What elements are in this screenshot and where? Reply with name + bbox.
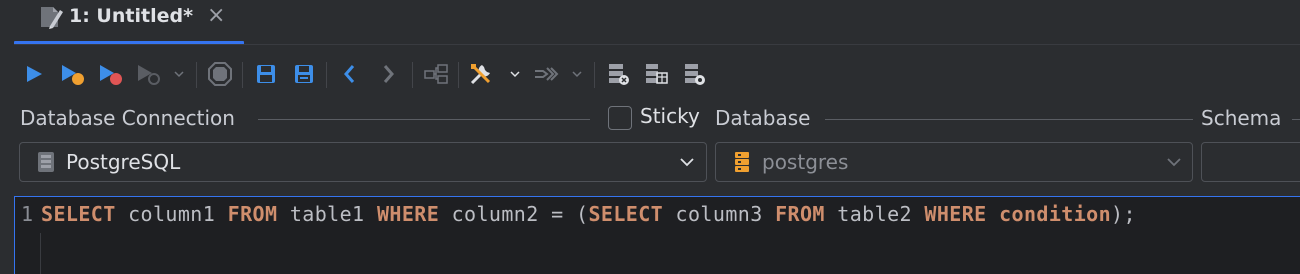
toolbar-divider <box>326 62 327 88</box>
save-icon[interactable] <box>252 60 280 88</box>
tab-untitled[interactable]: 1: Untitled* × <box>14 0 244 45</box>
toolbar-divider <box>196 62 197 88</box>
database-icon <box>735 152 749 172</box>
line-number: 1 <box>21 202 34 226</box>
sticky-checkbox[interactable] <box>608 106 632 130</box>
sql-text: table1 <box>277 202 377 226</box>
line-number-gutter: 1 <box>15 197 40 274</box>
db-export-icon[interactable] <box>604 60 632 88</box>
chevron-down-icon[interactable] <box>510 64 520 84</box>
gutter-divider <box>40 233 41 274</box>
active-tab-indicator <box>14 41 244 45</box>
sql-keyword: SELECT <box>588 202 664 226</box>
sql-keyword: WHERE <box>924 202 987 226</box>
run-icon[interactable] <box>20 60 48 88</box>
toolbar-divider <box>412 62 413 88</box>
chevron-down-icon <box>680 158 694 167</box>
sql-keyword: FROM <box>775 202 825 226</box>
sql-toolbar <box>20 58 1300 90</box>
database-select[interactable]: postgres <box>715 142 1193 182</box>
close-icon[interactable]: × <box>207 3 225 28</box>
toolbar-divider <box>458 62 459 88</box>
transaction-icon[interactable] <box>532 60 560 88</box>
sql-keyword: condition <box>999 202 1112 226</box>
sql-file-icon <box>41 7 63 29</box>
section-separator <box>258 119 590 120</box>
profile-icon[interactable] <box>134 60 162 88</box>
database-connection-select[interactable]: PostgreSQL <box>19 142 707 182</box>
chevron-down-icon <box>1167 158 1181 167</box>
section-separator <box>825 119 1193 120</box>
code-line[interactable]: SELECT column1 FROM table1 WHERE column2… <box>41 202 1136 226</box>
back-icon[interactable] <box>336 60 364 88</box>
schema-label: Schema <box>1201 106 1282 130</box>
sql-keyword: FROM <box>227 202 278 226</box>
database-label: Database <box>715 106 811 130</box>
sql-text: ); <box>1111 202 1136 226</box>
toolbar-divider <box>242 62 243 88</box>
database-value: postgres <box>762 150 849 174</box>
sql-text: table2 <box>824 202 925 226</box>
forward-icon[interactable] <box>374 60 402 88</box>
sql-text: column2 = ( <box>439 202 589 226</box>
explain-plan-icon[interactable] <box>422 60 450 88</box>
run-to-cursor-icon[interactable] <box>58 60 86 88</box>
chevron-down-icon[interactable] <box>174 64 184 84</box>
tab-title: 1: Untitled* <box>69 5 194 27</box>
section-separator <box>1292 119 1300 120</box>
database-connection-value: PostgreSQL <box>66 150 181 174</box>
sql-text: column3 <box>663 202 776 226</box>
sticky-label[interactable]: Sticky <box>640 104 700 128</box>
database-connection-label: Database Connection <box>20 106 235 130</box>
debug-icon[interactable] <box>96 60 124 88</box>
schema-select[interactable] <box>1201 142 1300 182</box>
db-import-icon[interactable] <box>642 60 670 88</box>
sql-text: column1 <box>115 202 228 226</box>
chevron-down-icon[interactable] <box>572 64 582 84</box>
sql-keyword: SELECT <box>41 202 116 226</box>
toolbar-divider <box>594 62 595 88</box>
stop-icon[interactable] <box>206 60 234 88</box>
tools-icon[interactable] <box>468 60 496 88</box>
db-settings-icon[interactable] <box>680 60 708 88</box>
editor-tab-bar: 1: Untitled* × <box>0 0 1300 45</box>
postgresql-icon <box>38 152 54 172</box>
save-as-icon[interactable] <box>290 60 318 88</box>
sql-editor[interactable]: 1 SELECT column1 FROM table1 WHERE colum… <box>14 196 1300 274</box>
sql-keyword: WHERE <box>376 202 440 226</box>
